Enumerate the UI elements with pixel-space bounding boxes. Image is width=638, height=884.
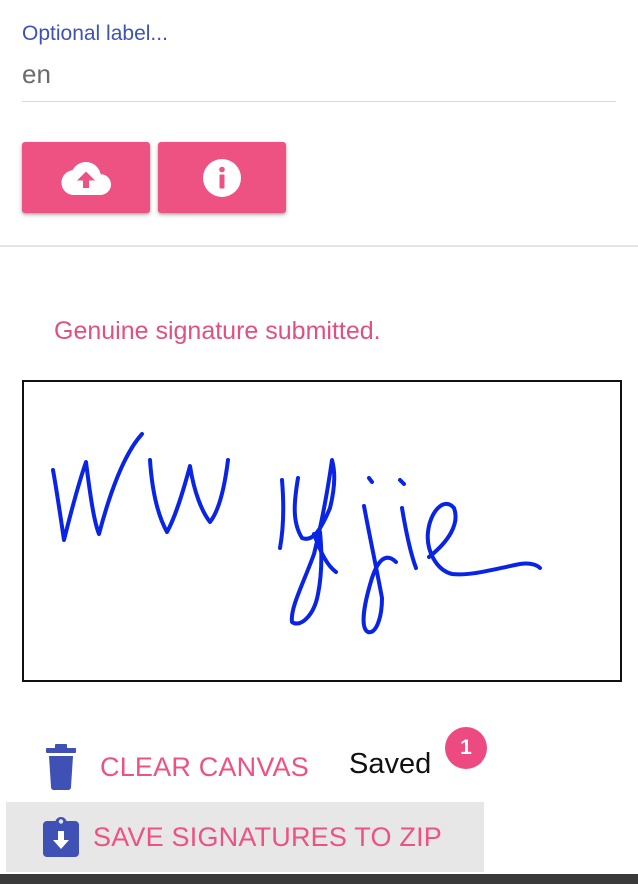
saved-label: Saved (349, 748, 432, 780)
saved-status: Saved (349, 746, 431, 786)
save-signatures-zip-button[interactable]: SAVE SIGNATURES TO ZIP (6, 802, 484, 872)
bottom-bar (0, 874, 638, 884)
save-signatures-zip-label: SAVE SIGNATURES TO ZIP (93, 821, 442, 852)
info-button[interactable] (158, 142, 286, 213)
upload-button[interactable] (22, 142, 150, 213)
info-icon (203, 158, 241, 197)
clear-canvas-label: CLEAR CANVAS (100, 751, 309, 782)
signature-drawing (51, 432, 542, 635)
section-divider (0, 245, 638, 247)
label-input[interactable] (22, 48, 616, 102)
label-field[interactable]: Optional label... (22, 20, 616, 102)
label-field-label: Optional label... (22, 22, 168, 45)
status-message: Genuine signature submitted. (54, 317, 381, 345)
clear-canvas-button[interactable]: CLEAR CANVAS (42, 742, 309, 792)
signature-canvas[interactable] (22, 380, 622, 682)
trash-icon (46, 744, 76, 790)
clipboard-download-icon (43, 817, 79, 857)
saved-count-badge: 1 (445, 727, 487, 769)
cloud-upload-icon (61, 161, 111, 195)
